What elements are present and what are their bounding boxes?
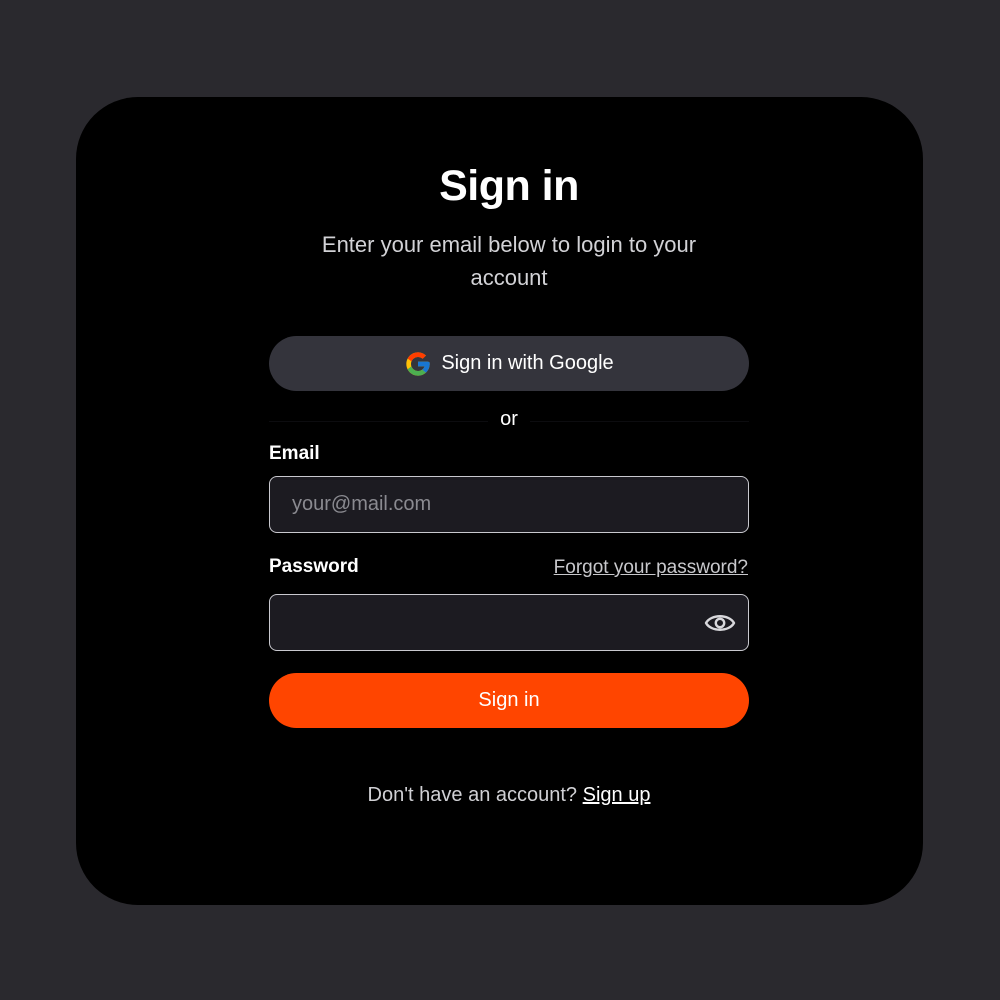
password-field-wrapper (269, 594, 749, 651)
google-icon (406, 351, 430, 376)
signup-prompt: Don't have an account? Sign up (0, 784, 1000, 807)
eye-icon[interactable] (704, 608, 736, 638)
signup-prompt-text: Don't have an account? (367, 784, 578, 806)
email-field[interactable] (270, 477, 748, 532)
google-signin-label: Sign in with Google (441, 352, 614, 374)
forgot-password-link[interactable]: Forgot your password? (554, 557, 748, 579)
google-signin-button[interactable]: Sign in with Google (269, 336, 749, 391)
password-label: Password (269, 556, 359, 577)
divider-or: or (488, 408, 530, 431)
signup-link[interactable]: Sign up (583, 784, 651, 806)
signin-button[interactable]: Sign in (269, 673, 749, 728)
email-field-wrapper (269, 476, 749, 533)
page-title: Sign in (439, 162, 579, 210)
page-subtitle: Enter your email below to login to your … (321, 232, 697, 290)
password-field[interactable] (270, 595, 748, 650)
email-label: Email (269, 443, 320, 464)
